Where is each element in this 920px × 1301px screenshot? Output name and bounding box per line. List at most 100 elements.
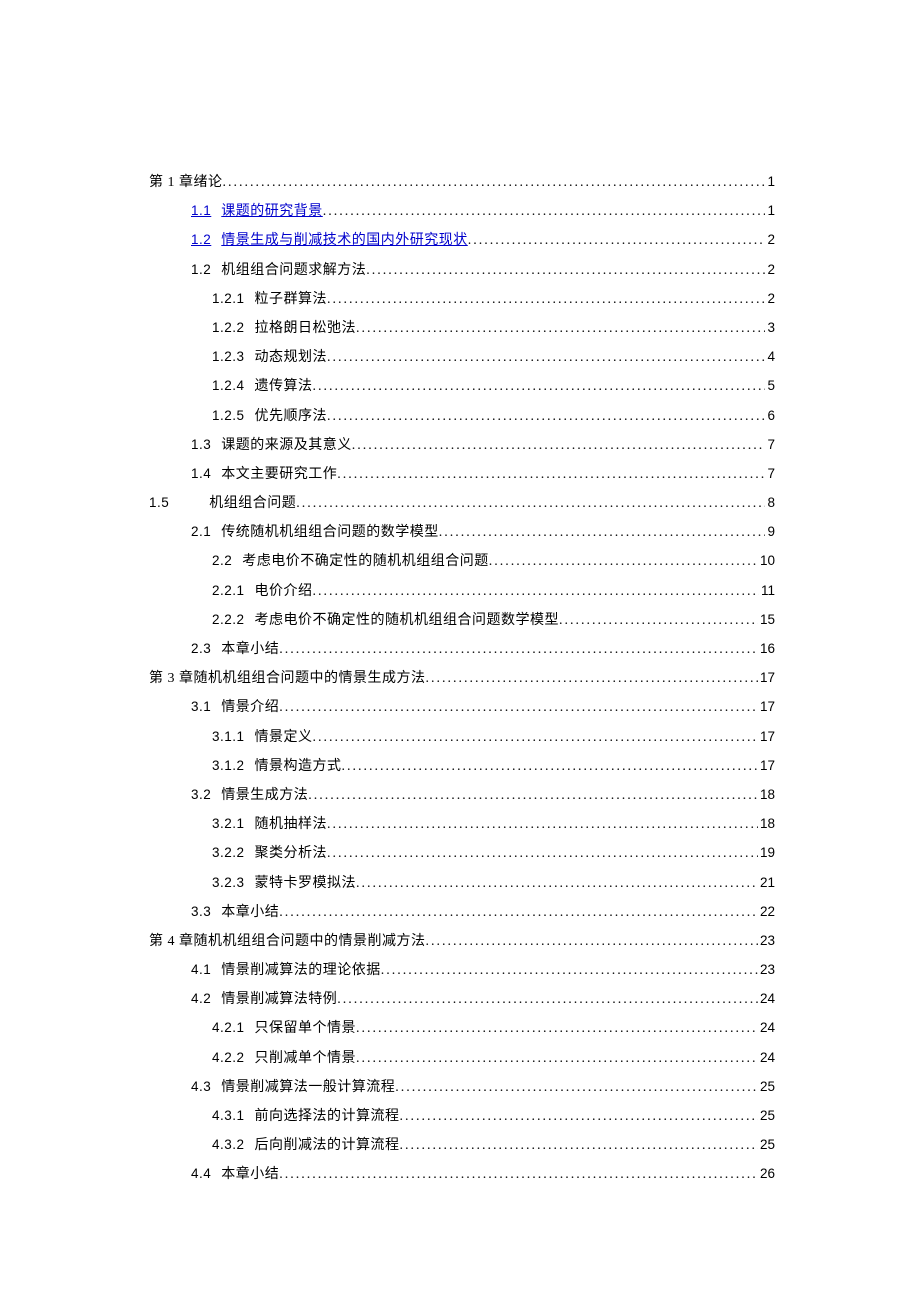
toc-entry-title: 动态规划法	[255, 350, 328, 365]
toc-entry-page: 23	[758, 934, 775, 948]
toc-entry-title: 只削减单个情景	[255, 1051, 357, 1066]
toc-leader-dots	[279, 906, 758, 920]
toc-entry-page: 11	[759, 584, 775, 598]
toc-entry-title: 只保留单个情景	[255, 1021, 357, 1036]
toc-entry[interactable]: 1.1课题的研究背景 1	[149, 204, 775, 219]
toc-entry-page: 19	[758, 846, 775, 860]
toc-entry-page: 2	[765, 292, 775, 306]
toc-entry-title: 聚类分析法	[255, 846, 328, 861]
toc-leader-dots	[279, 643, 758, 657]
toc-entry-label: 4.2.2只削减单个情景	[212, 1051, 356, 1066]
toc-entry-page: 6	[765, 409, 775, 423]
toc-entry-title: 优先顺序法	[255, 409, 328, 424]
toc-entry-page: 7	[765, 467, 775, 481]
toc-entry-number: 4.3	[191, 1080, 211, 1094]
toc-entry-page: 10	[758, 554, 775, 568]
toc-entry-label: 1.2.2拉格朗日松弛法	[212, 321, 356, 336]
toc-entry-number: 2.2	[212, 554, 232, 568]
toc-entry-page: 25	[758, 1109, 775, 1123]
toc-entry-label: 4.3.2后向削减法的计算流程	[212, 1138, 400, 1153]
toc-leader-dots	[489, 555, 758, 569]
toc-entry-label: 2.2.1电价介绍	[212, 584, 313, 599]
toc-entry-label: 3.2.3蒙特卡罗模拟法	[212, 876, 356, 891]
toc-entry-label: 第 4 章随机机组组合问题中的情景削减方法	[149, 935, 426, 949]
toc-entry-label: 1.2.1粒子群算法	[212, 292, 327, 307]
toc-leader-dots	[356, 1022, 758, 1036]
toc-entry-label: 4.1情景削减算法的理论依据	[191, 963, 381, 978]
toc-entry-number: 1.1	[191, 204, 211, 218]
toc-entry-title: 本文主要研究工作	[221, 467, 337, 482]
toc-entry-label: 1.4 本文主要研究工作	[191, 467, 337, 482]
toc-entry: 4.3.2后向削减法的计算流程 25	[149, 1138, 775, 1153]
toc-leader-dots	[296, 497, 765, 511]
toc-entry: 3.1.2情景构造方式 17	[149, 759, 775, 774]
toc-entry-label: 1.2.4遗传算法	[212, 379, 313, 394]
toc-entry-label: 4.4 本章小结	[191, 1167, 279, 1182]
toc-entry-label: 3.2.1随机抽样法	[212, 817, 327, 832]
toc-entry-title: 情景构造方式	[255, 759, 342, 774]
toc-entry: 1.2.2拉格朗日松弛法 3	[149, 321, 775, 336]
toc-entry-number: 1.5	[149, 496, 169, 510]
toc-entry[interactable]: 1.2情景生成与削减技术的国内外研究现状 2	[149, 233, 775, 248]
toc-entry-label: 1.2.5优先顺序法	[212, 409, 327, 424]
toc-leader-dots	[366, 264, 765, 278]
toc-entry: 4.2.2只削减单个情景 24	[149, 1051, 775, 1066]
toc-entry-title: 前向选择法的计算流程	[255, 1109, 400, 1124]
toc-entry-page: 24	[758, 992, 775, 1006]
toc-entry-label: 4.3情景削减算法一般计算流程	[191, 1080, 395, 1095]
toc-entry: 4.3情景削减算法一般计算流程 25	[149, 1080, 775, 1095]
toc-leader-dots	[356, 877, 758, 891]
toc-entry: 1.2.4遗传算法 5	[149, 379, 775, 394]
toc-entry-title: 电价介绍	[255, 584, 313, 599]
toc-entry: 3.1.1情景定义 17	[149, 730, 775, 745]
toc-entry-title: 情景定义	[255, 730, 313, 745]
toc-leader-dots	[308, 789, 758, 803]
toc-leader-dots	[279, 1168, 758, 1182]
toc-entry-number: 3.3	[191, 905, 211, 919]
toc-entry-page: 17	[758, 759, 775, 773]
toc-entry-label: 3.2.2 聚类分析法	[212, 846, 327, 861]
toc-entry-number: 1.2.2	[212, 321, 245, 335]
toc-entry: 1.2.1粒子群算法 2	[149, 292, 775, 307]
toc-entry-page: 1	[765, 204, 775, 218]
toc-entry-page: 7	[765, 438, 775, 452]
toc-entry-number: 3.2.2	[212, 846, 245, 860]
toc-entry-page: 15	[758, 613, 775, 627]
toc-entry-number: 1.2	[191, 233, 211, 247]
toc-entry-label: 第 1 章绪论	[149, 176, 223, 190]
toc-leader-dots	[400, 1110, 758, 1124]
toc-entry-title: 情景介绍	[221, 700, 279, 715]
toc-entry-title: 绪论	[194, 175, 223, 190]
toc-entry-label: 3.1情景介绍	[191, 700, 279, 715]
toc-leader-dots	[313, 380, 766, 394]
toc-entry-number: 1.4	[191, 467, 211, 481]
toc-entry-number: 2.3	[191, 642, 211, 656]
toc-entry-page: 1	[765, 175, 775, 189]
toc-entry-number: 2.2.2	[212, 613, 245, 627]
toc-leader-dots	[327, 351, 765, 365]
toc-entry-title: 本章小结	[221, 642, 279, 657]
toc-entry: 3.2情景生成方法 18	[149, 788, 775, 803]
toc-entry-page: 5	[765, 379, 775, 393]
toc-leader-dots	[381, 964, 758, 978]
toc-entry-number: 4.4	[191, 1167, 211, 1181]
toc-entry-page: 17	[758, 730, 775, 744]
toc-entry-title: 本章小结	[221, 1167, 279, 1182]
toc-leader-dots	[395, 1081, 758, 1095]
toc-entry-number: 4.2	[191, 992, 211, 1006]
toc-entry-title: 粒子群算法	[255, 292, 328, 307]
toc-entry-page: 4	[765, 350, 775, 364]
toc-leader-dots	[327, 410, 765, 424]
toc-entry-title: 机组组合问题	[209, 496, 296, 511]
toc-entry-number: 3.2.1	[212, 817, 245, 831]
toc-entry: 2.2考虑电价不确定性的随机机组组合问题 10	[149, 554, 775, 569]
toc-entry-title: 随机机组组合问题中的情景削减方法	[194, 934, 426, 949]
toc-entry-number: 2.1	[191, 525, 211, 539]
toc-leader-dots	[313, 585, 759, 599]
toc-entry-label: 1.5 机组组合问题	[149, 496, 296, 511]
toc-entry-page: 25	[758, 1080, 775, 1094]
toc-entry-page: 22	[758, 905, 775, 919]
toc-entry: 第 4 章随机机组组合问题中的情景削减方法 23	[149, 934, 775, 949]
toc-entry: 4.4本章小结 26	[149, 1167, 775, 1182]
toc-page: 第 1 章绪论 11.1课题的研究背景 11.2情景生成与削减技术的国内外研究现…	[0, 0, 920, 1297]
